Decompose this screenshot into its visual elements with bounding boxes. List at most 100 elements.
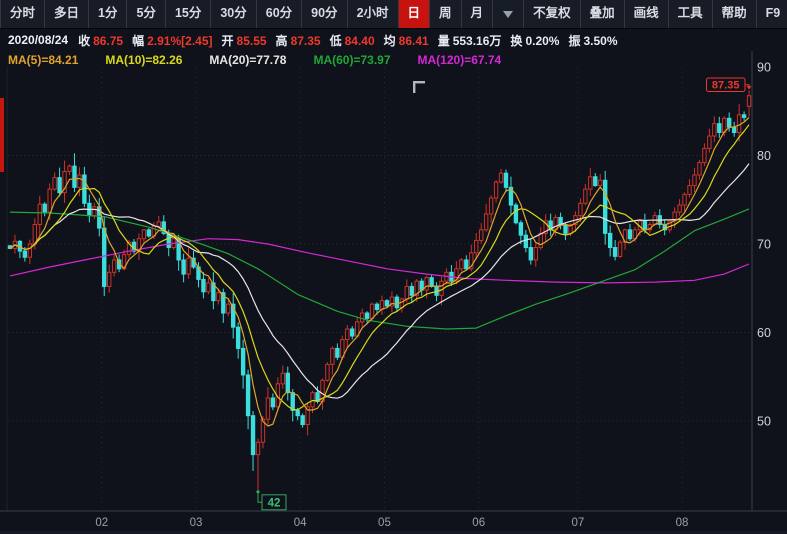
candle xyxy=(142,229,145,243)
ma-legend-ma10: MA(10)=82.26 xyxy=(105,53,182,67)
quote-field-low: 低84.40 xyxy=(330,32,375,49)
gridlines xyxy=(7,67,752,511)
f9-button[interactable]: F9 xyxy=(756,0,787,28)
candle xyxy=(549,214,552,237)
candle xyxy=(658,209,661,228)
candle xyxy=(628,224,631,241)
candle xyxy=(708,129,711,153)
help-button[interactable]: 帮助 xyxy=(712,0,756,28)
quote-fields: 收86.75幅2.91%[2.45]开85.55高87.35低84.40均86.… xyxy=(78,32,626,49)
period-dropdown-icon[interactable] xyxy=(492,0,523,28)
candle xyxy=(43,202,46,216)
adjust-mode-button[interactable]: 不复权 xyxy=(523,0,580,28)
candle xyxy=(380,296,383,315)
candle xyxy=(688,179,691,198)
ma-legend: MA(5)=84.21MA(10)=82.26MA(20)=77.78MA(60… xyxy=(8,53,528,67)
candle xyxy=(514,203,517,225)
candle xyxy=(271,393,274,410)
tab-60min[interactable]: 60分 xyxy=(256,0,301,28)
candle xyxy=(281,366,284,389)
quote-date: 2020/08/24 xyxy=(8,33,68,47)
candle xyxy=(599,174,602,186)
tab-1min[interactable]: 1分 xyxy=(88,0,126,28)
tab-5min[interactable]: 5分 xyxy=(126,0,164,28)
candle xyxy=(529,239,532,264)
tab-30min[interactable]: 30分 xyxy=(210,0,255,28)
corner-bracket-mark xyxy=(413,81,415,93)
candle xyxy=(286,367,289,401)
chevron-down-icon xyxy=(503,11,513,18)
tab-2hour[interactable]: 2小时 xyxy=(347,0,398,28)
draw-line-button[interactable]: 画线 xyxy=(624,0,668,28)
tab-weekly[interactable]: 周 xyxy=(429,0,461,28)
quote-field-open: 开85.55 xyxy=(222,32,267,49)
price-markers: 87.3542 xyxy=(256,78,751,510)
y-axis-label: 70 xyxy=(757,238,771,252)
candle xyxy=(88,195,91,223)
x-axis-label: 07 xyxy=(572,517,585,529)
low-price-marker-label: 42 xyxy=(268,497,281,509)
candle xyxy=(524,230,527,252)
candle xyxy=(331,346,334,374)
candle xyxy=(63,161,66,203)
overlay-button[interactable]: 叠加 xyxy=(580,0,624,28)
candle xyxy=(351,326,354,339)
tab-minute-view[interactable]: 分时 xyxy=(0,0,44,28)
tools-button[interactable]: 工具 xyxy=(668,0,712,28)
candle xyxy=(93,203,96,219)
candle xyxy=(28,240,31,264)
quote-field-change: 幅2.91%[2.45] xyxy=(132,32,212,49)
candle xyxy=(400,298,403,313)
candle xyxy=(613,240,616,260)
candle xyxy=(608,225,611,256)
candle xyxy=(747,90,750,116)
candle xyxy=(112,254,115,276)
candle xyxy=(465,255,468,270)
candle xyxy=(251,411,254,471)
candle xyxy=(703,143,706,166)
candle xyxy=(256,439,259,492)
candle xyxy=(73,153,76,192)
candle xyxy=(663,219,666,235)
candle xyxy=(187,248,190,279)
candle xyxy=(207,278,210,294)
tab-monthly[interactable]: 月 xyxy=(461,0,493,28)
candle xyxy=(301,414,304,428)
period-toolbar: 分时多日1分5分15分30分60分90分2小时日周月 不复权叠加画线工具帮助F9… xyxy=(0,0,787,29)
tab-90min[interactable]: 90分 xyxy=(301,0,346,28)
candle xyxy=(420,278,423,296)
candle xyxy=(326,362,329,382)
candle xyxy=(519,220,522,244)
candle xyxy=(489,195,492,222)
tab-15min[interactable]: 15分 xyxy=(165,0,210,28)
candle xyxy=(38,196,41,237)
candlestick-chart[interactable]: MA(5)=84.21MA(10)=82.26MA(20)=77.78MA(60… xyxy=(0,51,787,534)
axes: 908070605002030405060708 xyxy=(0,51,787,529)
candle xyxy=(534,244,537,267)
quote-bar: 2020/08/24 收86.75幅2.91%[2.45]开85.55高87.3… xyxy=(0,29,787,51)
candle xyxy=(589,168,592,196)
period-tabs: 分时多日1分5分15分30分60分90分2小时日周月 xyxy=(0,0,523,28)
candle xyxy=(276,377,279,409)
candle xyxy=(390,291,393,312)
candle xyxy=(484,204,487,232)
toolbar-actions: 不复权叠加画线工具帮助F9隐藏 xyxy=(523,0,787,28)
candle xyxy=(108,264,111,292)
quote-field-close: 收86.75 xyxy=(78,32,123,49)
ma-legend-ma120: MA(120)=67.74 xyxy=(418,53,502,67)
candle xyxy=(132,239,135,254)
tab-daily[interactable]: 日 xyxy=(398,0,430,28)
candle xyxy=(713,116,716,142)
ma-legend-ma5: MA(5)=84.21 xyxy=(8,53,78,67)
candle xyxy=(147,228,150,238)
candle xyxy=(410,283,413,303)
candle xyxy=(504,170,507,192)
tab-multi-day[interactable]: 多日 xyxy=(44,0,88,28)
candle xyxy=(266,387,269,424)
candle xyxy=(236,322,239,358)
candle xyxy=(246,370,249,430)
x-axis-label: 08 xyxy=(676,517,689,529)
candle xyxy=(346,325,349,347)
ma20-line xyxy=(10,164,749,399)
quote-field-average: 均86.41 xyxy=(384,32,429,49)
